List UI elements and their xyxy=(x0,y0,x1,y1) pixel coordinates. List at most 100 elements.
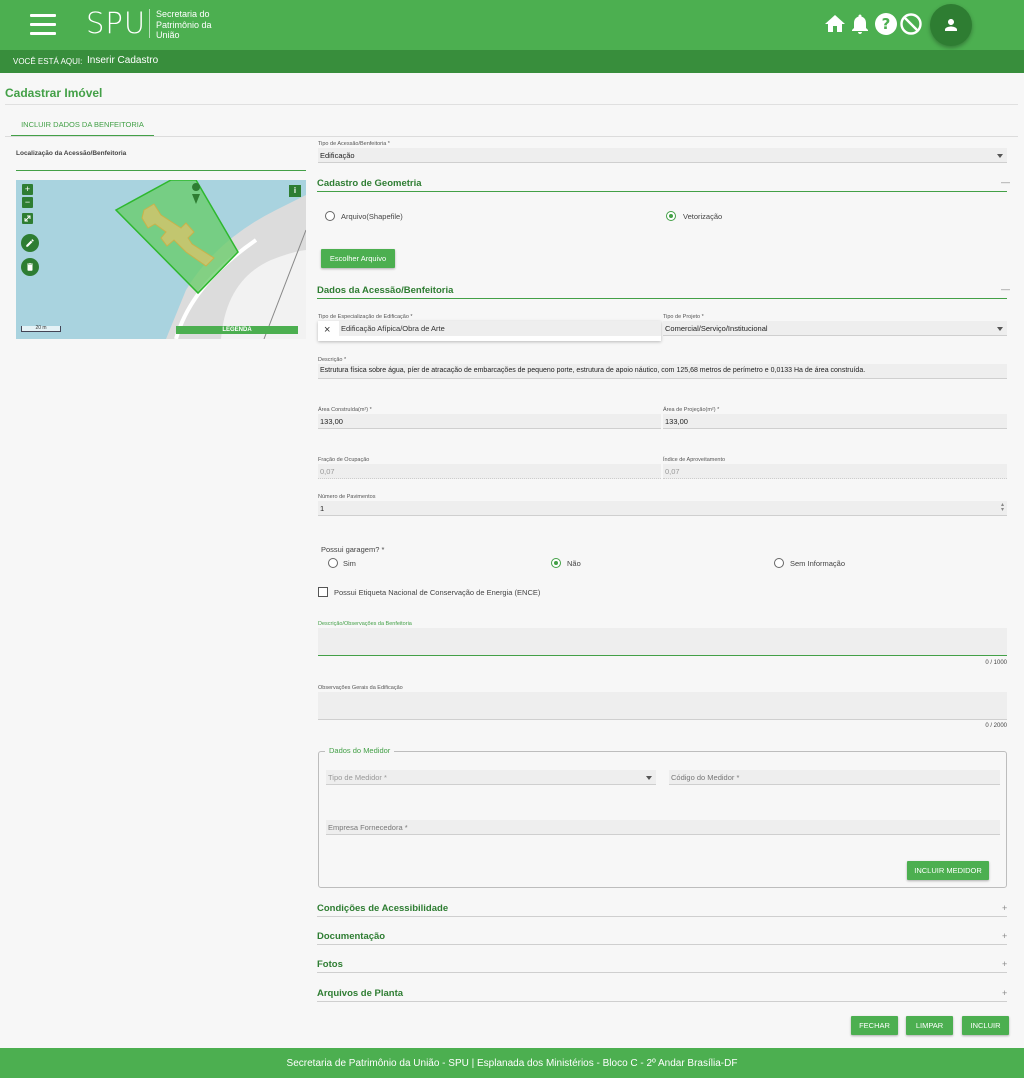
tipo-acessao-value: Edificação xyxy=(320,151,355,160)
edit-draw-button[interactable] xyxy=(21,234,39,252)
map-label: Localização da Acessão/Benfeitoria xyxy=(16,150,127,157)
clear-selection-icon[interactable]: × xyxy=(324,324,330,336)
section-acessibilidade-toggle[interactable]: + xyxy=(1002,903,1007,913)
incluir-medidor-button[interactable]: INCLUIR MEDIDOR xyxy=(907,861,989,880)
section-documentacao[interactable]: Documentação xyxy=(317,931,385,942)
page-title: Cadastrar Imóvel xyxy=(5,86,103,100)
empresa-fornecedora-field[interactable]: Empresa Fornecedora * xyxy=(326,820,1000,835)
fechar-button[interactable]: FECHAR xyxy=(851,1016,898,1035)
numero-pavimentos-label: Número de Pavimentos xyxy=(318,494,376,500)
footer: Secretaria de Patrimônio da União - SPU … xyxy=(0,1048,1024,1078)
area-projecao-label: Área de Projeção(m²) * xyxy=(663,407,720,413)
section-arquivos-planta-divider xyxy=(317,1001,1007,1002)
tipo-especializacao-autocomplete[interactable]: × Edificação Afípica/Obra de Arte xyxy=(318,321,661,341)
fullscreen-icon[interactable] xyxy=(22,213,33,224)
garagem-label: Possui garagem? * xyxy=(321,545,385,554)
fracao-ocupacao-label: Fração de Ocupação xyxy=(318,457,370,463)
map-info-button[interactable]: i xyxy=(289,185,301,197)
section-acessibilidade[interactable]: Condições de Acessibilidade xyxy=(317,903,448,914)
section-arquivos-planta-toggle[interactable]: + xyxy=(1002,988,1007,998)
geometria-section-title[interactable]: Cadastro de Geometria xyxy=(317,178,422,189)
map-scale-bar: 20 m xyxy=(21,326,61,332)
radio-vetorizacao[interactable] xyxy=(666,211,676,221)
logo-subtitle: Secretaria do Patrimônio da União xyxy=(156,9,212,40)
medidor-legend: Dados do Medidor xyxy=(325,746,395,755)
bell-icon[interactable] xyxy=(848,12,872,36)
obs-edificacao-textarea[interactable] xyxy=(318,692,1007,720)
area-construida-field[interactable]: 133,00 xyxy=(318,414,661,429)
home-icon[interactable] xyxy=(823,12,847,36)
radio-garagem-sim[interactable] xyxy=(328,558,338,568)
geometria-collapse-toggle[interactable]: — xyxy=(1001,177,1010,187)
map-tiles xyxy=(16,180,306,339)
top-bar: SPU Secretaria do Patrimônio da União ? xyxy=(0,0,1024,50)
tipo-medidor-select[interactable]: Tipo de Medidor * xyxy=(326,770,656,785)
section-fotos-toggle[interactable]: + xyxy=(1002,959,1007,969)
breadcrumb-label: VOCÊ ESTÁ AQUI: xyxy=(13,57,83,66)
pencil-icon xyxy=(26,239,34,247)
breadcrumb: VOCÊ ESTÁ AQUI: Inserir Cadastro xyxy=(0,50,1024,73)
tipo-acessao-select[interactable]: Edificação xyxy=(318,148,1007,163)
area-construida-label: Área Construída(m²) * xyxy=(318,407,372,413)
zoom-out-button[interactable]: − xyxy=(22,197,33,208)
location-map[interactable]: + − i 20 m LEGENDA xyxy=(16,180,306,339)
numero-pavimentos-field[interactable]: 1 ▴ ▾ xyxy=(318,501,1007,516)
radio-garagem-sem-informacao[interactable] xyxy=(774,558,784,568)
escolher-arquivo-button[interactable]: Escolher Arquivo xyxy=(321,249,395,268)
tipo-projeto-label: Tipo de Projeto * xyxy=(663,314,704,320)
help-icon[interactable]: ? xyxy=(874,12,898,36)
incluir-button[interactable]: INCLUIR xyxy=(962,1016,1009,1035)
zoom-in-button[interactable]: + xyxy=(22,184,33,195)
obs-edificacao-counter: 0 / 2000 xyxy=(985,723,1007,729)
radio-garagem-nao-label: Não xyxy=(567,559,581,568)
breadcrumb-current[interactable]: Inserir Cadastro xyxy=(87,55,158,66)
chevron-down-icon xyxy=(997,327,1003,331)
tipo-especializacao-value: Edificação Afípica/Obra de Arte xyxy=(339,321,661,336)
obs-benfeitoria-label: Descrição/Observações da Benfeitoria xyxy=(318,621,412,627)
numero-pavimentos-value: 1 xyxy=(320,504,325,513)
ence-checkbox[interactable] xyxy=(318,587,328,597)
section-documentacao-toggle[interactable]: + xyxy=(1002,931,1007,941)
tab-incluir-dados-benfeitoria[interactable]: INCLUIR DADOS DA BENFEITORIA xyxy=(11,116,154,137)
obs-benfeitoria-textarea[interactable] xyxy=(318,628,1007,656)
tipo-medidor-placeholder: Tipo de Medidor * xyxy=(328,773,387,782)
geometria-divider xyxy=(317,191,1007,192)
section-acessibilidade-divider xyxy=(317,916,1007,917)
codigo-medidor-field[interactable]: Código do Medidor * xyxy=(669,770,1000,785)
tipo-projeto-value: Comercial/Serviço/Institucional xyxy=(665,324,768,333)
obs-edificacao-label: Observações Gerais da Edificação xyxy=(318,685,403,691)
number-stepper-icon[interactable]: ▴ ▾ xyxy=(1001,502,1004,513)
radio-shapefile-label: Arquivo(Shapefile) xyxy=(341,212,403,221)
indice-aproveitamento-label: Índice de Aproveitamento xyxy=(663,457,726,463)
section-fotos[interactable]: Fotos xyxy=(317,959,343,970)
area-projecao-field[interactable]: 133,00 xyxy=(663,414,1007,429)
limpar-button[interactable]: LIMPAR xyxy=(906,1016,953,1035)
tipo-projeto-select[interactable]: Comercial/Serviço/Institucional xyxy=(663,321,1007,336)
title-divider xyxy=(5,104,1018,105)
logo-divider xyxy=(149,9,150,38)
radio-garagem-nao[interactable] xyxy=(551,558,561,568)
tab-divider xyxy=(5,136,1018,137)
descricao-label: Descrição * xyxy=(318,357,347,363)
indice-aproveitamento-field: 0,07 xyxy=(663,464,1007,479)
chevron-down-icon xyxy=(997,154,1003,158)
tipo-acessao-label: Tipo de Acessão/Benfeitoria * xyxy=(318,141,390,147)
radio-vetorizacao-label: Vetorização xyxy=(683,212,723,221)
radio-shapefile[interactable] xyxy=(325,211,335,221)
spu-logo[interactable]: SPU xyxy=(86,6,146,40)
section-arquivos-planta[interactable]: Arquivos de Planta xyxy=(317,988,403,999)
user-avatar[interactable] xyxy=(930,4,972,46)
user-icon xyxy=(945,19,957,31)
menu-icon[interactable] xyxy=(30,14,56,36)
section-fotos-divider xyxy=(317,972,1007,973)
dados-section-title[interactable]: Dados da Acessão/Benfeitoria xyxy=(317,285,453,296)
obs-benfeitoria-counter: 0 / 1000 xyxy=(985,660,1007,666)
delete-drawing-button[interactable] xyxy=(21,258,39,276)
radio-garagem-sem-informacao-label: Sem Informação xyxy=(790,559,846,568)
radio-garagem-sim-label: Sim xyxy=(343,559,356,568)
dados-collapse-toggle[interactable]: — xyxy=(1001,284,1010,294)
map-legend-button[interactable]: LEGENDA xyxy=(176,326,298,334)
dados-divider xyxy=(317,298,1007,299)
descricao-field[interactable]: Estrutura física sobre água, píer de atr… xyxy=(318,364,1007,379)
block-icon[interactable] xyxy=(899,12,923,36)
